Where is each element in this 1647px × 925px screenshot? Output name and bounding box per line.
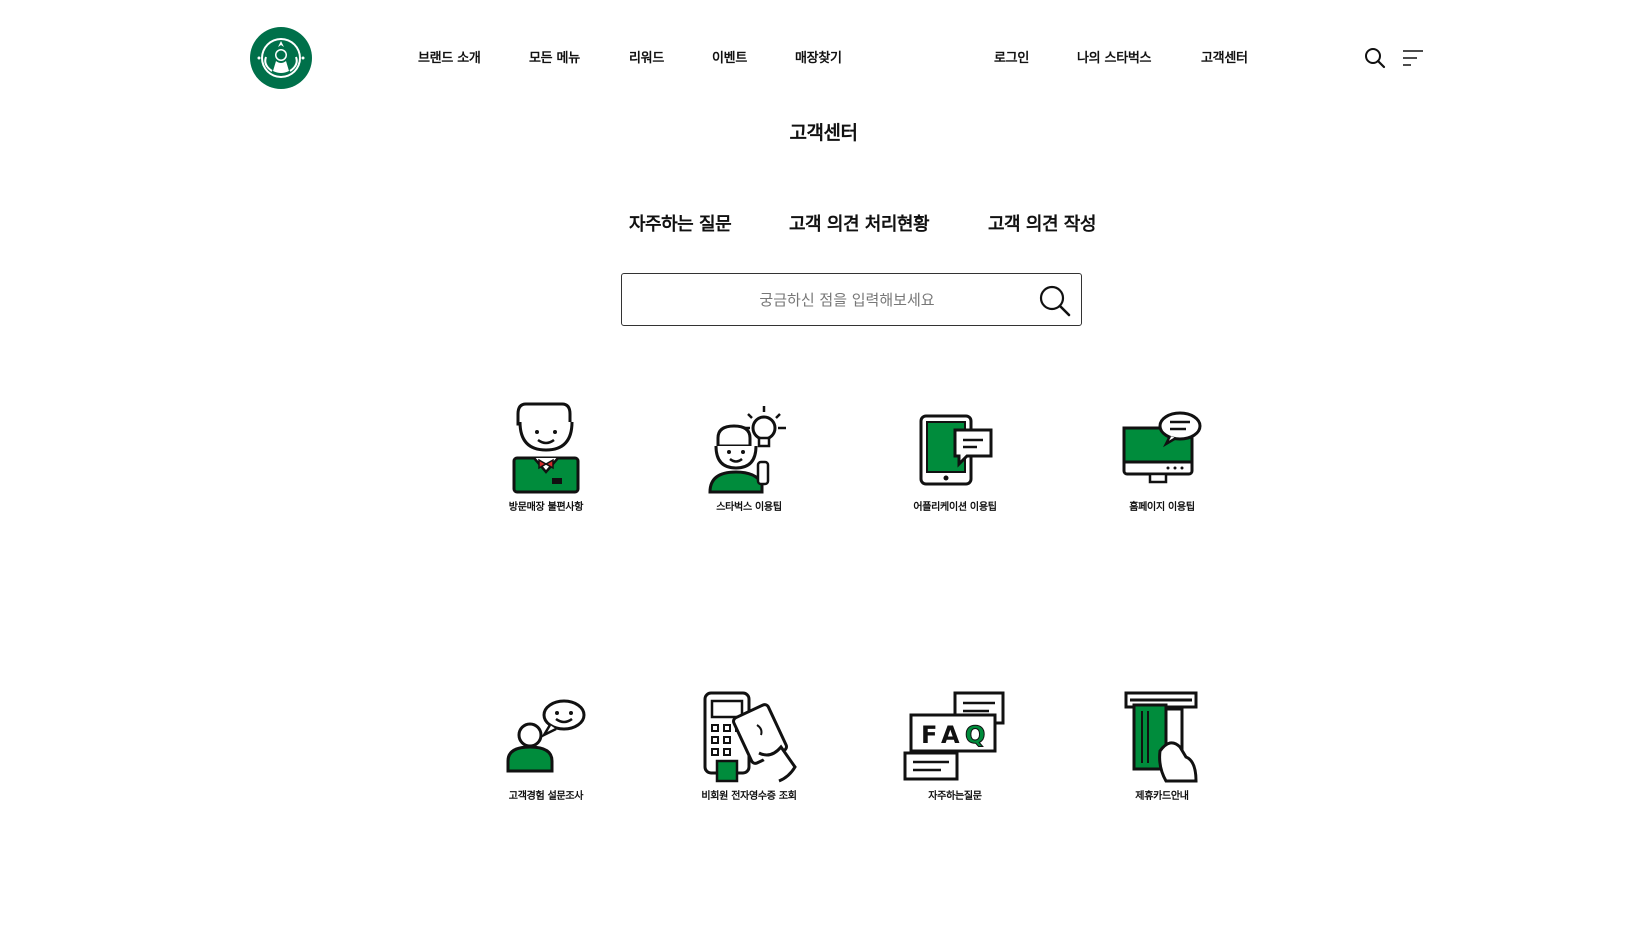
card-payment-icon [669,691,829,783]
search-input[interactable] [632,282,1002,318]
category-label: 고객경험 설문조사 [508,791,584,802]
menu-icon[interactable] [1402,49,1424,71]
nav-store-finder[interactable]: 매장찾기 [795,47,842,66]
category-starbucks-tips[interactable]: 스타벅스 이용팁 [669,402,829,515]
category-label: 자주하는질문 [928,791,982,802]
category-label: 홈페이지 이용팁 [1129,502,1195,513]
survey-chat-icon [466,691,626,783]
barista-icon [466,402,626,494]
nav-login[interactable]: 로그인 [994,47,1029,66]
nav-events[interactable]: 이벤트 [712,47,747,66]
nav-rewards[interactable]: 리워드 [629,47,664,66]
category-label: 제휴카드안내 [1135,791,1189,802]
svg-text:A: A [941,721,960,749]
category-label: 어플리케이션 이용팁 [913,502,997,513]
category-label: 비회원 전자영수증 조회 [701,791,797,802]
card-insert-icon [1082,691,1242,783]
tab-opinion-status[interactable]: 고객 의견 처리현황 [789,210,930,236]
category-receipt-lookup[interactable]: 비회원 전자영수증 조회 [669,691,829,804]
nav-menu[interactable]: 모든 메뉴 [529,47,580,66]
category-homepage-tips[interactable]: 홈페이지 이용팁 [1082,402,1242,515]
category-app-tips[interactable]: 어플리케이션 이용팁 [875,402,1035,515]
category-store-complaint[interactable]: 방문매장 불편사항 [466,402,626,515]
search-box [621,273,1082,326]
starbucks-logo[interactable] [250,27,312,89]
search-button-icon[interactable] [1038,284,1072,318]
tab-faq[interactable]: 자주하는 질문 [629,210,732,236]
idea-barista-icon [669,402,829,494]
faq-icon: F A Q [875,691,1035,783]
site-header: 브랜드 소개 모든 메뉴 리워드 이벤트 매장찾기 로그인 나의 스타벅스 고객… [0,0,1647,115]
nav-my-starbucks[interactable]: 나의 스타벅스 [1077,47,1151,66]
tab-opinion-write[interactable]: 고객 의견 작성 [988,210,1096,236]
tablet-chat-icon [875,402,1035,494]
category-label: 방문매장 불편사항 [508,502,584,513]
page-title: 고객센터 [789,122,858,144]
svg-text:Q: Q [965,721,985,749]
svg-text:F: F [921,721,937,749]
category-label: 스타벅스 이용팁 [716,502,782,513]
nav-brand[interactable]: 브랜드 소개 [418,47,481,66]
search-icon[interactable] [1364,47,1386,73]
category-faq[interactable]: F A Q 자주하는질문 [875,691,1035,804]
category-survey[interactable]: 고객경험 설문조사 [466,691,626,804]
nav-customer-center[interactable]: 고객센터 [1201,47,1248,66]
monitor-chat-icon [1082,402,1242,494]
category-partner-card[interactable]: 제휴카드안내 [1082,691,1242,804]
